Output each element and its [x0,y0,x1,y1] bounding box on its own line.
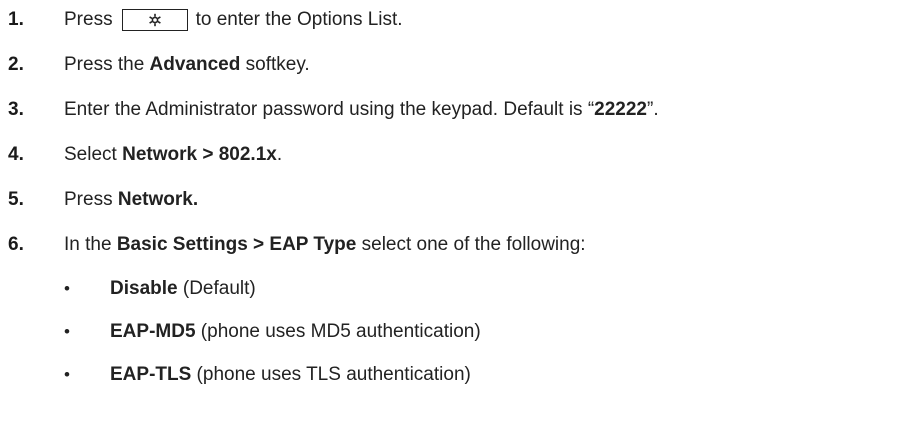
bullet: • [64,322,70,341]
option-name: Disable [110,278,178,299]
step-6: 6. In the Basic Settings > EAP Type sele… [0,232,586,258]
options-key-button [121,9,188,31]
step-text-bold: Advanced [149,54,241,75]
step-3: 3. Enter the Administrator password usin… [0,97,659,123]
step-text-bold: Basic Settings > EAP Type [116,234,357,255]
step-text-pre: Press [64,9,113,30]
option-name: EAP-TLS [110,364,192,385]
step-5: 5. Press Network. [0,187,198,213]
option-item-eap-md5: • EAP-MD5 (phone uses MD5 authentication… [0,319,481,345]
step-text-post: to enter the Options List. [195,9,403,30]
step-text-post: select one of the following: [356,234,586,255]
option-item-disable: • Disable (Default) [0,276,256,302]
step-text-pre: Press [64,189,118,210]
step-number: 5. [8,189,24,210]
step-number: 2. [8,54,24,75]
step-text-bold: 22222 [594,99,647,120]
option-desc: (phone uses TLS authentication) [191,364,471,385]
gear-options-icon [148,13,161,27]
bullet: • [64,365,70,384]
step-number: 6. [8,234,24,255]
step-2: 2. Press the Advanced softkey. [0,52,310,78]
step-text-pre: Press the [64,54,150,75]
step-text-post: ”. [647,99,659,120]
step-text-pre: Enter the Administrator password using t… [64,99,595,120]
step-text-post: softkey. [240,54,310,75]
step-text-bold: Network > 802.1x [122,144,277,165]
option-desc: (phone uses MD5 authentication) [195,321,481,342]
option-desc: (Default) [177,278,256,299]
option-name: EAP-MD5 [110,321,196,342]
bullet: • [64,279,70,298]
instruction-document: 1. Press to enter the Options List. 2. P… [0,0,897,423]
option-item-eap-tls: • EAP-TLS (phone uses TLS authentication… [0,362,471,388]
step-text-bold: Network. [117,189,199,210]
step-text-post: . [276,144,283,165]
step-4: 4. Select Network > 802.1x . [0,142,282,168]
step-number: 1. [8,9,24,30]
step-text-pre: Select [64,144,123,165]
step-number: 4. [8,144,24,165]
step-1: 1. Press to enter the Options List. [0,7,403,33]
step-text-pre: In the [64,234,117,255]
step-number: 3. [8,99,24,120]
